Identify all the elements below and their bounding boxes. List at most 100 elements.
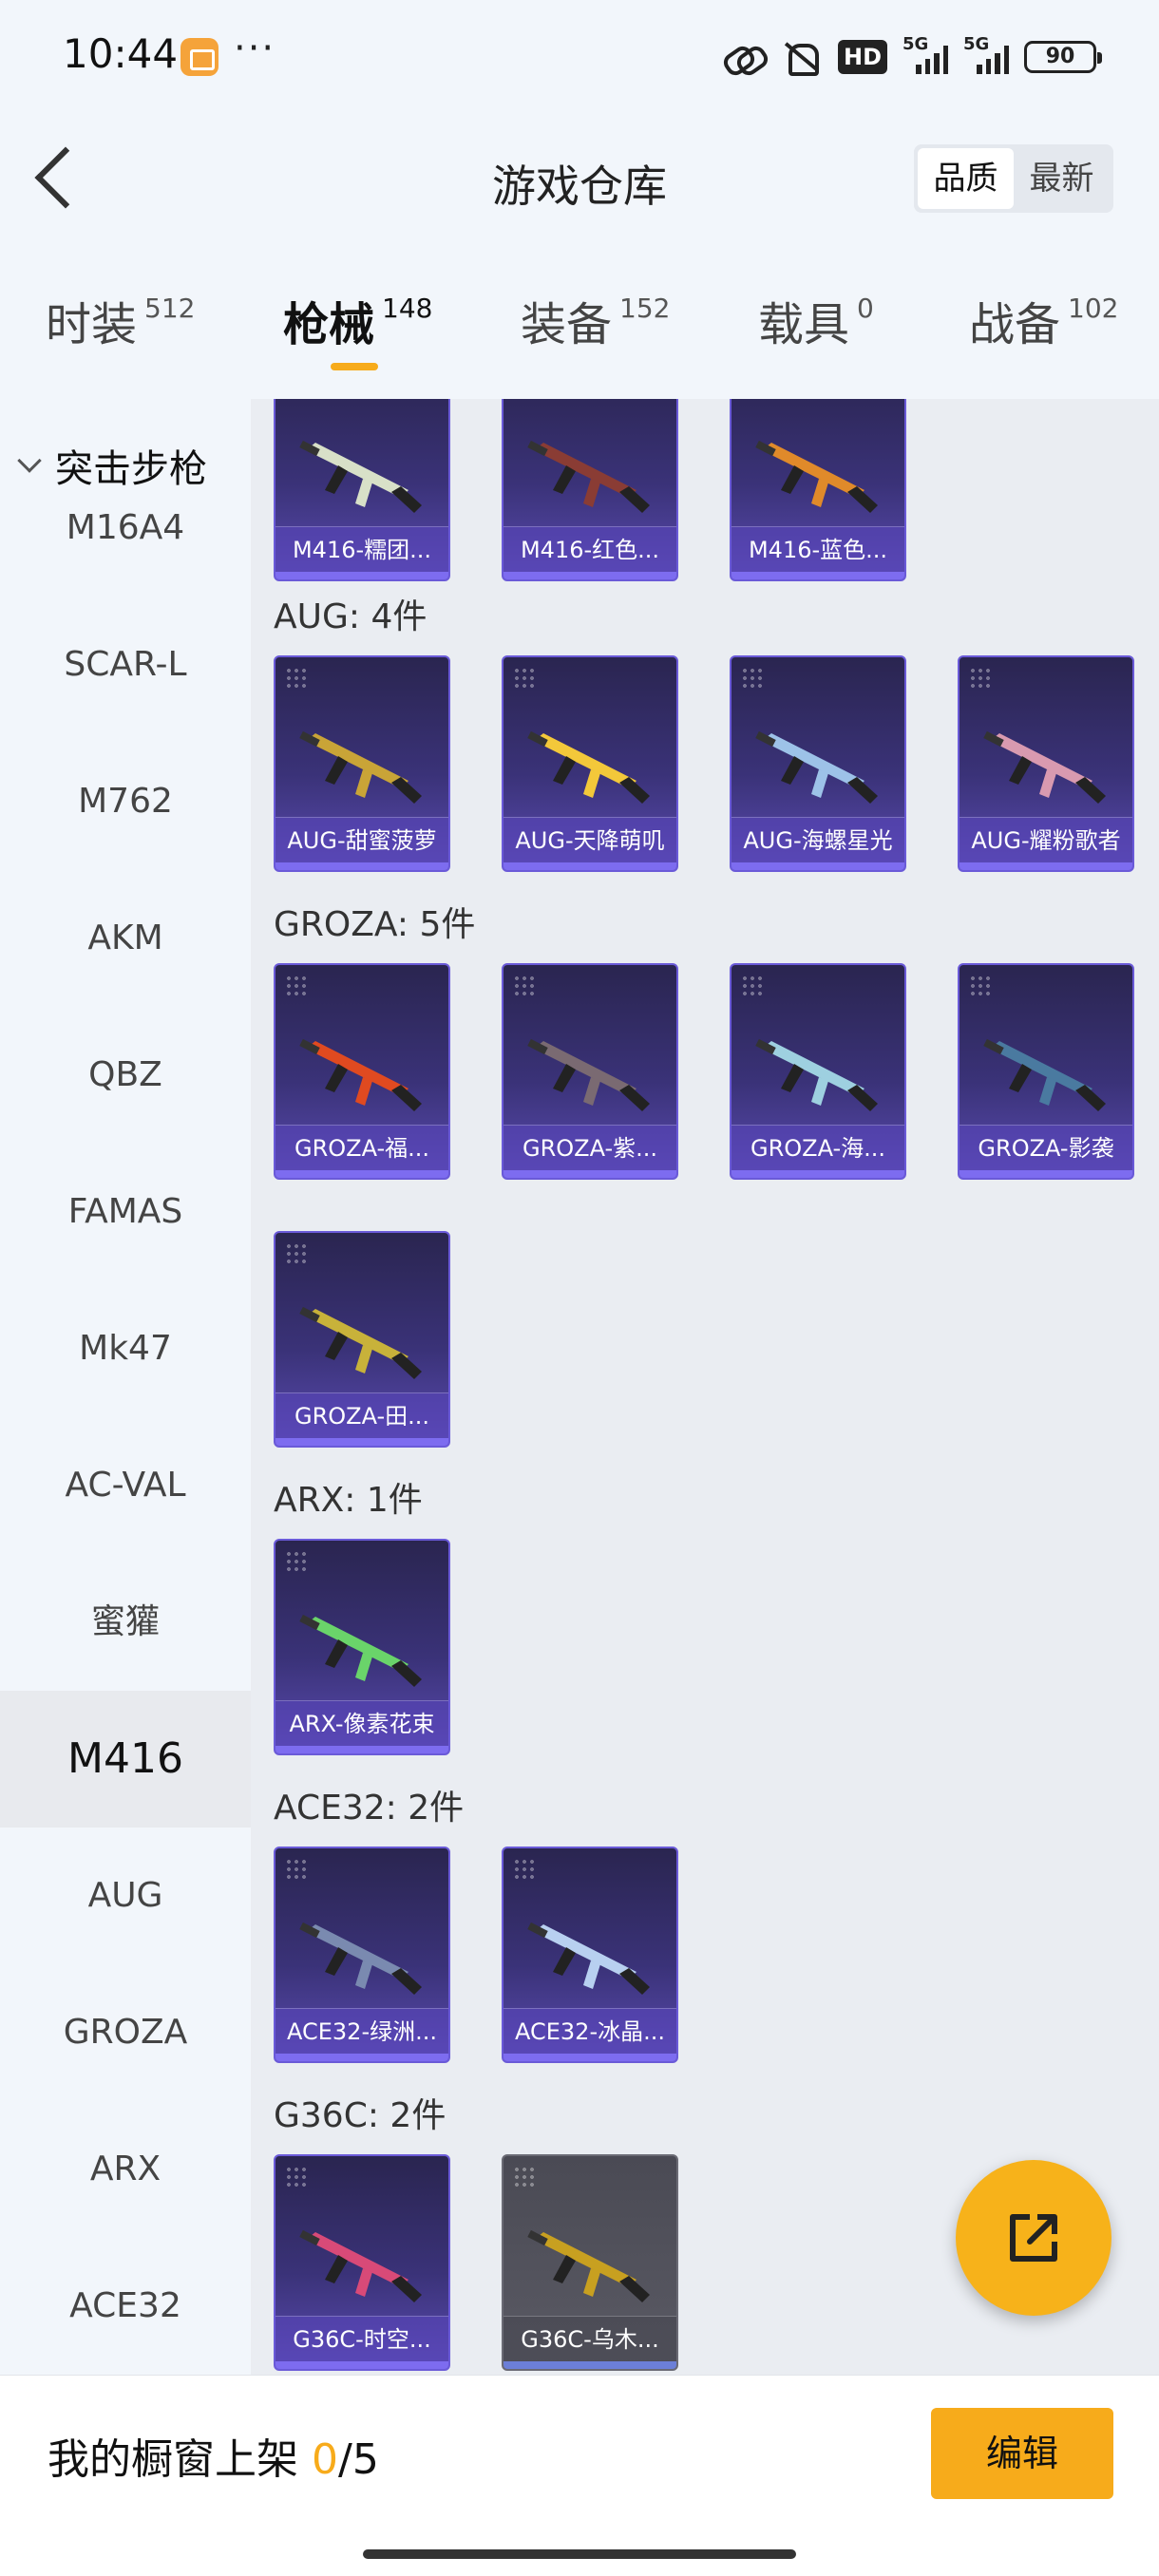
weapon-card[interactable]: ACE32-绿洲... [274,1847,450,2063]
sidebar-item[interactable]: Mk47 [0,1280,251,1417]
tab-count: 102 [1068,293,1119,324]
weapon-card[interactable]: AUG-天降萌叽 [502,655,678,872]
rifle-icon [755,440,878,513]
sidebar-item[interactable]: FAMAS [0,1144,251,1280]
sidebar-item[interactable]: GROZA [0,1964,251,2101]
tab-vehicles[interactable]: 载具 0 [758,287,874,353]
sidebar-item[interactable]: ACE32 [0,2238,251,2375]
signal-icon: 5G [963,34,1009,74]
rarity-bar [732,572,904,579]
sidebar-item[interactable]: M762 [0,733,251,870]
sidebar-item[interactable]: AUG [0,1828,251,1964]
rifle-icon [299,730,422,804]
status-bar: 10:44 ··· HD 5G 5G 90 [0,0,1159,114]
sidebar-item[interactable]: AC-VAL [0,1417,251,1554]
section-title-ace32: ACE32: 2件 [274,1789,465,1828]
link-icon [720,40,764,74]
weapon-card[interactable]: GROZA-影袭 [958,963,1134,1180]
signal-icon: 5G [902,34,948,74]
tab-count: 512 [144,293,196,324]
weapon-card[interactable]: AUG-海螺星光 [730,655,906,872]
rarity-bar [504,2054,676,2061]
rifle-icon [299,1038,422,1111]
share-icon [1010,2214,1057,2262]
weapon-card[interactable]: G36C-乌木... [502,2154,678,2371]
sidebar-item[interactable]: QBZ [0,1007,251,1144]
rarity-bar [276,2054,448,2061]
section-title-arx: ARX: 1件 [274,1481,423,1520]
weapon-card[interactable]: M416-红色... [502,399,678,581]
tab-equipment[interactable]: 装备 152 [521,287,670,353]
weapon-card-label: G36C-时空... [276,2316,448,2361]
sidebar-item[interactable]: SCAR-L [0,597,251,733]
tab-label: 装备 [521,298,613,351]
tab-label: 载具 [758,298,850,351]
status-icons: HD 5G 5G 90 [720,34,1102,80]
sort-newest-button[interactable]: 最新 [1014,148,1110,209]
rarity-bar [276,1170,448,1178]
tab-firearms[interactable]: 枪械 148 [283,287,432,353]
rifle-icon [527,440,650,513]
rarity-bar [732,862,904,870]
sidebar-item[interactable]: ARX [0,2101,251,2238]
sidebar-item[interactable]: AKM [0,870,251,1007]
tab-supplies[interactable]: 战备 102 [969,287,1118,353]
tab-count: 148 [382,293,433,324]
weapon-card-label: AUG-天降萌叽 [504,817,676,862]
weapon-card[interactable]: M416-蓝色... [730,399,906,581]
tab-fashion[interactable]: 时装 512 [46,287,195,353]
weapon-card[interactable]: GROZA-福... [274,963,450,1180]
weapon-card[interactable]: GROZA-田... [274,1231,450,1448]
rifle-icon [983,1038,1106,1111]
tab-label: 战备 [969,298,1061,351]
weapon-card[interactable]: ACE32-冰晶... [502,1847,678,2063]
weapon-card-label: AUG-耀粉歌者 [960,817,1132,862]
sidebar-item[interactable]: 蜜獾 [0,1554,251,1691]
active-tab-indicator [331,363,378,370]
showcase-status: 我的橱窗上架 0/5 [48,2435,379,2484]
rifle-icon [527,2229,650,2302]
weapon-card-label: ACE32-绿洲... [276,2008,448,2054]
tab-label: 枪械 [283,298,375,351]
share-button[interactable] [956,2160,1112,2316]
more-notifications-icon: ··· [234,27,276,70]
home-indicator[interactable] [363,2549,796,2559]
category-tabs: 时装 512 枪械 148 装备 152 载具 0 战备 102 [0,247,1159,399]
weapon-card[interactable]: G36C-时空... [274,2154,450,2371]
weapon-card-label: GROZA-紫... [504,1125,676,1170]
rifle-icon [755,1038,878,1111]
rifle-icon [299,1922,422,1995]
weapon-card[interactable]: M416-糯团... [274,399,450,581]
rarity-bar [504,572,676,579]
rarity-bar [960,862,1132,870]
battery-icon: 90 [1024,41,1102,73]
sort-toggle: 品质 最新 [914,144,1113,213]
weapon-card-label: M416-蓝色... [732,526,904,572]
rifle-icon [299,1614,422,1687]
weapon-card-label: GROZA-影袭 [960,1125,1132,1170]
rifle-icon [983,730,1106,804]
tab-count: 152 [619,293,671,324]
weapon-list[interactable]: AUG: 4件 GROZA: 5件 ARX: 1件 ACE32: 2件 G36C… [251,399,1159,2375]
mute-icon [779,40,823,76]
showcase-count: 0 [312,2435,338,2484]
rarity-bar [276,862,448,870]
weapon-card-label: M416-红色... [504,526,676,572]
sidebar-item-m416[interactable]: M416 [0,1691,251,1828]
weapon-card[interactable]: AUG-耀粉歌者 [958,655,1134,872]
weapon-card[interactable]: AUG-甜蜜菠萝 [274,655,450,872]
weapon-card[interactable]: ARX-像素花束 [274,1539,450,1755]
sort-quality-button[interactable]: 品质 [918,148,1014,209]
rifle-icon [527,1922,650,1995]
weapon-card-label: ACE32-冰晶... [504,2008,676,2054]
weapon-card[interactable]: GROZA-紫... [502,963,678,1180]
sidebar-item[interactable]: M16A4 [0,460,251,597]
rifle-icon [299,440,422,513]
edit-button[interactable]: 编辑 [931,2408,1113,2499]
weapon-card-label: GROZA-海... [732,1125,904,1170]
weapon-card[interactable]: GROZA-海... [730,963,906,1180]
calendar-app-icon [180,38,218,76]
section-title-g36c: G36C: 2件 [274,2096,446,2135]
app-header: 游戏仓库 品质 最新 [0,114,1159,247]
tab-count: 0 [857,293,874,324]
